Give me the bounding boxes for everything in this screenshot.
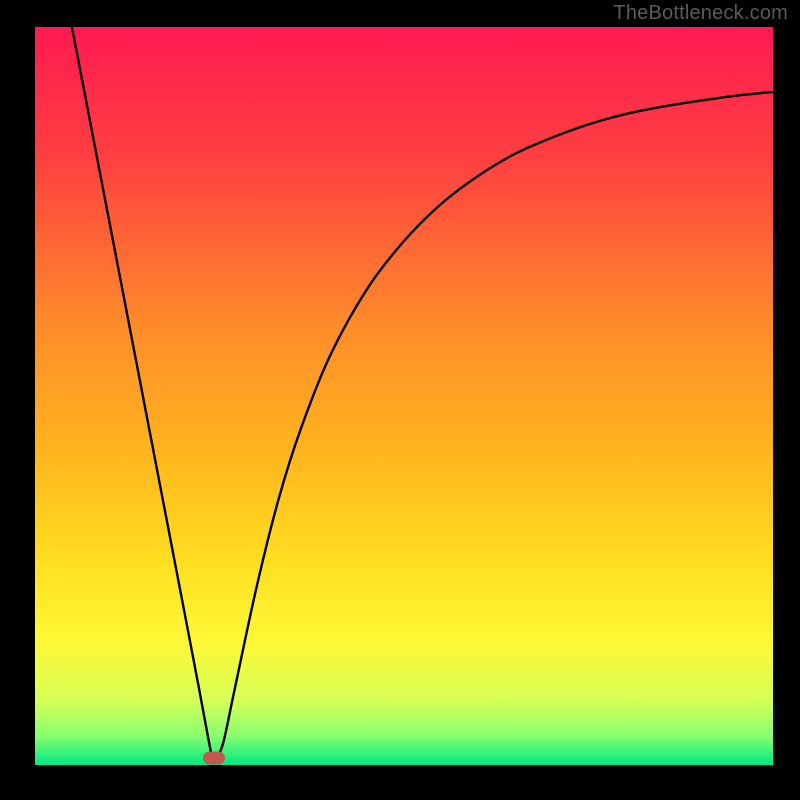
optimal-point-marker — [203, 751, 225, 764]
plot-area — [35, 27, 773, 765]
curve-layer — [35, 27, 773, 765]
chart-container: TheBottleneck.com — [0, 0, 800, 800]
watermark-text: TheBottleneck.com — [613, 2, 788, 25]
bottleneck-curve — [72, 27, 773, 759]
